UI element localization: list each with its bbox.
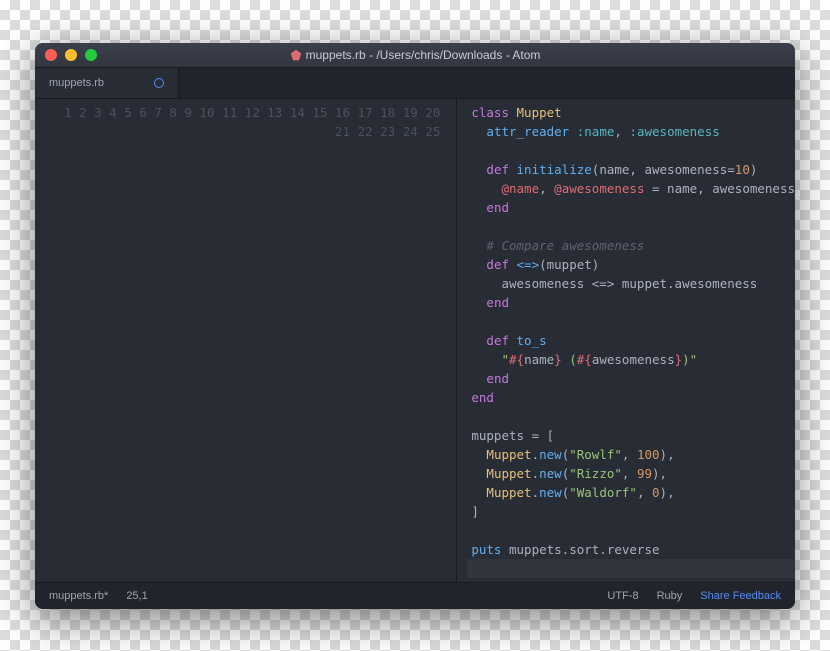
code-line[interactable]: end [467,293,795,312]
tab-label: muppets.rb [49,77,104,89]
status-bar: muppets.rb* 25,1 UTF-8 Ruby Share Feedba… [35,582,795,609]
code-line[interactable]: puts muppets.sort.reverse [467,540,795,559]
editor-pane[interactable]: 1 2 3 4 5 6 7 8 9 10 11 12 13 14 15 16 1… [35,99,795,582]
code-line[interactable]: Muppet.new("Rowlf", 100), [467,445,795,464]
maximize-icon[interactable] [85,49,97,61]
share-feedback-link[interactable]: Share Feedback [700,590,781,602]
code-line[interactable]: def initialize(name, awesomeness=10) [467,160,795,179]
code-line[interactable]: def <=>(muppet) [467,255,795,274]
traffic-lights [45,49,97,61]
code-line[interactable]: awesomeness <=> muppet.awesomeness [467,274,795,293]
status-cursor-pos[interactable]: 25,1 [126,590,147,602]
code-line[interactable] [467,217,795,236]
titlebar[interactable]: muppets.rb - /Users/chris/Downloads - At… [35,43,795,68]
window-title: muppets.rb - /Users/chris/Downloads - At… [35,48,795,62]
tab-bar[interactable]: muppets.rb [35,68,795,99]
ruby-file-icon [290,49,302,61]
status-language[interactable]: Ruby [657,590,683,602]
code-line[interactable]: ] [467,502,795,521]
code-line[interactable] [467,312,795,331]
modified-indicator-icon [154,78,164,88]
status-encoding[interactable]: UTF-8 [607,590,638,602]
code-line[interactable]: @name, @awesomeness = name, awesomeness [467,179,795,198]
code-line[interactable]: "#{name} (#{awesomeness})" [467,350,795,369]
line-number-gutter[interactable]: 1 2 3 4 5 6 7 8 9 10 11 12 13 14 15 16 1… [35,99,457,582]
code-line[interactable]: def to_s [467,331,795,350]
code-line[interactable] [467,559,795,578]
code-line[interactable]: end [467,198,795,217]
code-line[interactable]: muppets = [ [467,426,795,445]
editor-window: muppets.rb - /Users/chris/Downloads - At… [35,43,795,609]
code-area[interactable]: class Muppet attr_reader :name, :awesome… [457,99,795,582]
code-line[interactable]: end [467,388,795,407]
code-line[interactable]: Muppet.new("Waldorf", 0), [467,483,795,502]
code-line[interactable]: class Muppet [467,103,795,122]
code-line[interactable]: attr_reader :name, :awesomeness [467,122,795,141]
status-file[interactable]: muppets.rb* [49,590,108,602]
close-icon[interactable] [45,49,57,61]
window-title-text: muppets.rb - /Users/chris/Downloads - At… [306,48,541,62]
code-line[interactable]: # Compare awesomeness [467,236,795,255]
code-line[interactable]: Muppet.new("Rizzo", 99), [467,464,795,483]
tab-muppets[interactable]: muppets.rb [35,68,179,98]
code-line[interactable] [467,521,795,540]
minimize-icon[interactable] [65,49,77,61]
code-line[interactable] [467,141,795,160]
code-line[interactable] [467,407,795,426]
code-line[interactable]: end [467,369,795,388]
